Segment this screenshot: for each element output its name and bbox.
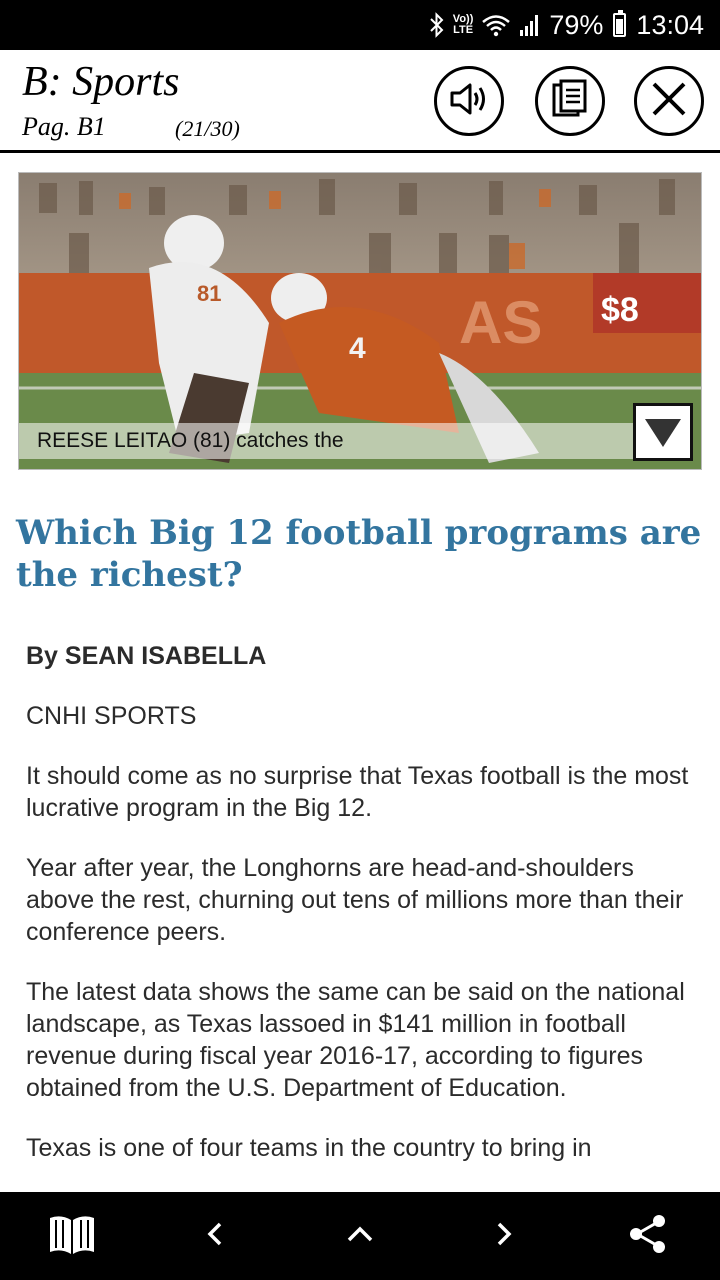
- triangle-down-icon: [643, 415, 683, 449]
- audio-button[interactable]: [434, 66, 504, 136]
- article-byline: By SEAN ISABELLA: [26, 642, 267, 670]
- battery-percent: 79%: [549, 9, 604, 40]
- page-label: Pag. B1: [22, 112, 106, 141]
- book-icon: [47, 1212, 97, 1261]
- clock: 13:04: [636, 9, 704, 40]
- chevron-right-icon: [494, 1221, 514, 1252]
- page-count: (21/30): [175, 116, 240, 141]
- volte-icon: Vo)) LTE: [452, 13, 474, 36]
- article-paragraph: Year after year, the Longhorns are head-…: [26, 854, 684, 946]
- scroll-top-button[interactable]: [315, 1192, 405, 1280]
- bottom-navigation: [0, 1192, 720, 1280]
- article-photo[interactable]: AS $8 81 4 REESE LEITAO (81) catches the: [18, 172, 702, 470]
- share-button[interactable]: [603, 1192, 693, 1280]
- share-icon: [628, 1214, 668, 1259]
- signal-icon: [519, 13, 541, 37]
- battery-icon: [613, 10, 627, 37]
- article-paragraph: The latest data shows the same can be sa…: [26, 978, 685, 1102]
- wifi-icon: [481, 13, 511, 37]
- svg-text:81: 81: [197, 281, 221, 306]
- svg-text:$8: $8: [601, 291, 639, 329]
- svg-text:AS: AS: [459, 289, 542, 356]
- article-paragraph: Texas is one of four teams in the countr…: [26, 1134, 592, 1162]
- close-button[interactable]: [634, 66, 704, 136]
- pages-button[interactable]: [535, 66, 605, 136]
- close-icon: [650, 80, 688, 123]
- photo-caption: REESE LEITAO (81) catches the: [19, 423, 639, 459]
- chevron-up-icon: [346, 1224, 374, 1249]
- reader-header: B: Sports Pag. B1 (21/30): [0, 50, 720, 153]
- section-title: B: Sports: [22, 59, 180, 105]
- pages-icon: [552, 79, 588, 124]
- book-button[interactable]: [27, 1192, 117, 1280]
- article-source: CNHI SPORTS: [26, 702, 197, 730]
- next-page-button[interactable]: [459, 1192, 549, 1280]
- svg-text:4: 4: [349, 332, 366, 365]
- chevron-left-icon: [205, 1221, 225, 1252]
- article-headline: Which Big 12 football programs are the r…: [16, 513, 702, 595]
- speaker-icon: [448, 81, 490, 122]
- status-bar: Vo)) LTE 79% 13:04: [0, 0, 720, 50]
- previous-page-button[interactable]: [170, 1192, 260, 1280]
- article-paragraph: It should come as no surprise that Texas…: [26, 762, 689, 822]
- bluetooth-icon: [429, 12, 445, 38]
- expand-caption-button[interactable]: [633, 403, 693, 461]
- article-body: By SEAN ISABELLA CNHI SPORTS It should c…: [26, 640, 696, 1192]
